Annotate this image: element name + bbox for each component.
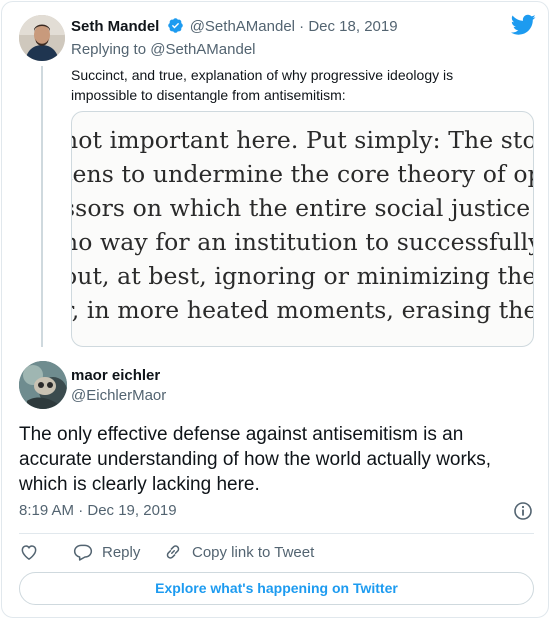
separator-dot: · [299,18,305,35]
replying-to: Replying to @SethAMandel [71,41,256,58]
replying-to-handle[interactable]: @SethAMandel [150,41,255,58]
media-text-line: ssors on which the entire social justice… [72,194,533,222]
tweet-text: The only effective defense against antis… [19,424,492,495]
media-text-line: tens to undermine the core theory of opp… [72,160,533,188]
thread-connector-line [41,66,43,347]
author-handle[interactable]: @SethAMandel [190,18,295,35]
media-text-line: out, at best, ignoring or minimizing the… [72,262,534,290]
tweet-media-image[interactable]: not important here. Put simply: The stor… [71,111,534,347]
avatar[interactable] [19,15,65,61]
author-name[interactable]: Seth Mandel [71,18,159,35]
link-icon [166,545,180,559]
embedded-tweet-card: Seth Mandel @SethAMandel · Dec 18, 2019 … [1,1,549,618]
media-text-line: not important here. Put simply: The stor… [72,126,533,154]
media-text-line: no way for an institution to successfull… [72,228,534,256]
reply-label: Reply [102,543,141,561]
avatar[interactable] [19,361,67,409]
parent-tweet-text: Succinct, and true, explanation of why p… [71,67,454,103]
replying-to-prefix: Replying to [71,41,151,58]
twitter-bird-icon[interactable] [510,14,536,36]
author-handle[interactable]: @EichlerMaor [71,387,166,404]
explore-twitter-button[interactable]: Explore what's happening on Twitter [19,572,534,605]
copy-link-button[interactable]: Copy link to Tweet [163,542,314,562]
verified-badge-icon [167,17,184,34]
divider [19,533,534,534]
tweet-date[interactable]: Dec 18, 2019 [308,18,397,35]
like-button[interactable] [19,542,39,562]
author-name[interactable]: maor eichler [71,367,160,384]
reply-button[interactable]: Reply [73,542,140,562]
tweet-timestamp[interactable]: 8:19 AM · Dec 19, 2019 [19,502,177,519]
copy-link-label: Copy link to Tweet [192,543,315,561]
parent-tweet-header: Seth Mandel @SethAMandel · Dec 18, 2019 [71,17,398,35]
reply-icon [73,544,93,561]
info-icon[interactable] [513,501,533,521]
heart-icon [21,545,37,560]
media-text-line: r, in more heated moments, erasing them … [71,296,533,324]
